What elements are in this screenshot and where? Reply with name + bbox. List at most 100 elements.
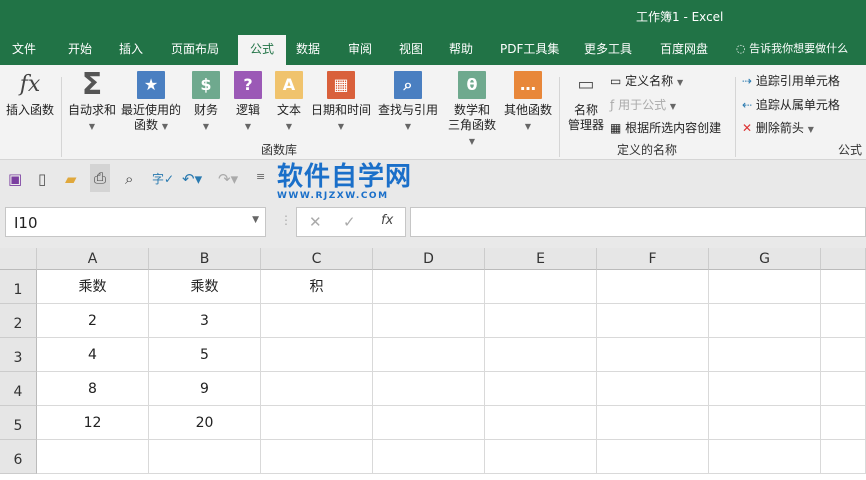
name-manager-button[interactable]: ▭ 名称 管理器 [565,71,607,133]
tab-7[interactable]: 视图 [393,35,429,65]
formula-input[interactable] [410,207,866,237]
column-header[interactable]: F [597,248,709,270]
column-header[interactable]: B [149,248,261,270]
cell[interactable] [709,270,821,304]
row-header[interactable]: 6 [0,440,37,474]
cell[interactable] [485,304,597,338]
cell[interactable]: 2 [37,304,149,338]
tell-me-search[interactable]: ◌ 告诉我你想要做什么 [736,35,864,65]
cell[interactable] [373,304,485,338]
trace-precedents-button[interactable]: ⇢ 追踪引用单元格 [742,72,840,89]
select-all-corner[interactable] [0,248,37,270]
tab-1[interactable]: 开始 [62,35,98,65]
tab-8[interactable]: 帮助 [443,35,479,65]
cell[interactable] [597,372,709,406]
cell[interactable] [821,440,866,474]
enter-icon[interactable]: ✓ [343,213,356,231]
column-header[interactable]: D [373,248,485,270]
function-library-button-1[interactable]: ★ 最近使用的 函数 ▼ [118,71,184,134]
cell[interactable] [373,270,485,304]
function-library-button-7[interactable]: θ 数学和 三角函数 ▼ [446,71,498,149]
tab-6[interactable]: 审阅 [342,35,378,65]
chevron-down-icon[interactable]: ▼ [252,215,259,225]
new-file-icon[interactable]: ▯ [38,170,46,188]
row-header[interactable]: 3 [0,338,37,372]
cell[interactable] [597,338,709,372]
cell[interactable]: 乘数 [149,270,261,304]
cell[interactable] [373,372,485,406]
cell[interactable] [261,372,373,406]
cell[interactable] [373,338,485,372]
cell[interactable]: 20 [149,406,261,440]
use-in-formula-button[interactable]: ƒ 用于公式 ▼ [610,96,676,113]
print-icon[interactable]: ⎙ [90,164,111,192]
cell[interactable] [821,338,866,372]
column-header[interactable]: C [261,248,373,270]
name-box[interactable]: I10 ▼ [5,207,266,237]
cell[interactable] [821,270,866,304]
remove-arrows-button[interactable]: ✕ 删除箭头 ▼ [742,119,814,136]
cell[interactable] [821,406,866,440]
cell[interactable] [821,304,866,338]
function-library-button-2[interactable]: $ 财务 ▼ [186,71,226,134]
cell[interactable] [261,440,373,474]
tab-3[interactable]: 页面布局 [165,35,225,65]
cancel-icon[interactable]: ✕ [309,213,322,231]
cell[interactable] [709,304,821,338]
cell[interactable] [597,440,709,474]
spelling-icon[interactable]: 字✓ [152,170,174,187]
function-library-button-0[interactable]: Σ 自动求和 ▼ [64,70,120,134]
insert-function-button[interactable]: fx 插入函数 [4,71,56,118]
save-icon[interactable]: ▣ [8,170,22,188]
undo-icon[interactable]: ↶▾ [182,170,202,188]
cell[interactable] [485,338,597,372]
cell[interactable]: 积 [261,270,373,304]
print-preview-icon[interactable]: ⌕ [125,170,133,188]
tab-0[interactable]: 文件 [6,35,42,65]
column-header[interactable]: E [485,248,597,270]
column-header[interactable]: A [37,248,149,270]
cell[interactable] [37,440,149,474]
drag-handle-icon[interactable]: ⋮ [280,213,292,227]
cell[interactable] [261,406,373,440]
tab-10[interactable]: 更多工具 [578,35,638,65]
open-folder-icon[interactable]: ▰ [65,170,77,188]
function-library-button-8[interactable]: … 其他函数 ▼ [500,71,556,134]
trace-dependents-button[interactable]: ⇠ 追踪从属单元格 [742,96,840,113]
cell[interactable] [709,406,821,440]
cell[interactable]: 8 [37,372,149,406]
tab-5[interactable]: 数据 [290,35,326,65]
redo-icon[interactable]: ↷▾ [218,170,238,188]
cell[interactable]: 乘数 [37,270,149,304]
row-header[interactable]: 5 [0,406,37,440]
cell[interactable] [373,440,485,474]
cell[interactable] [597,270,709,304]
tab-9[interactable]: PDF工具集 [494,35,565,65]
cell[interactable] [485,440,597,474]
row-header[interactable]: 1 [0,270,37,304]
tab-4[interactable]: 公式 [238,35,287,65]
cell[interactable]: 3 [149,304,261,338]
insert-function-icon[interactable]: fx [381,213,393,228]
cell[interactable] [485,406,597,440]
cell[interactable]: 4 [37,338,149,372]
cell[interactable] [261,304,373,338]
cell[interactable] [821,372,866,406]
column-header[interactable] [821,248,866,270]
row-header[interactable]: 2 [0,304,37,338]
function-library-button-6[interactable]: ⌕ 查找与引用 ▼ [373,71,443,134]
cell[interactable] [709,338,821,372]
cell[interactable] [709,372,821,406]
cell[interactable] [485,270,597,304]
cell[interactable]: 12 [37,406,149,440]
tab-11[interactable]: 百度网盘 [654,35,714,65]
cell[interactable]: 5 [149,338,261,372]
cell[interactable] [261,338,373,372]
cell[interactable]: 9 [149,372,261,406]
tab-2[interactable]: 插入 [113,35,149,65]
row-header[interactable]: 4 [0,372,37,406]
cell[interactable] [485,372,597,406]
cell[interactable] [597,406,709,440]
customize-qat-icon[interactable]: ≡ [256,170,265,183]
column-header[interactable]: G [709,248,821,270]
